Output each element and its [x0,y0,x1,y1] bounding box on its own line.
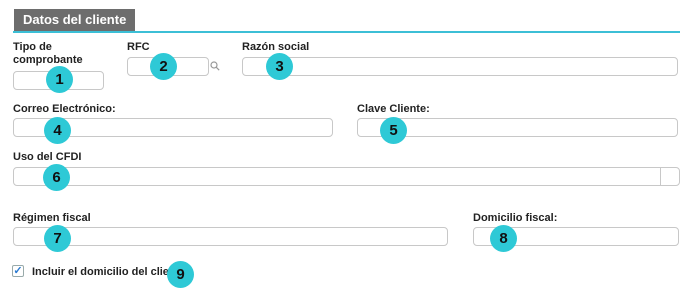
regimen-fiscal-field[interactable] [13,227,448,247]
tipo-comprobante-label: Tipo de comprobante [13,41,83,67]
clave-cliente-label: Clave Cliente: [357,103,430,115]
incluir-domicilio-checkbox[interactable]: ✓ [12,265,24,277]
tipo-comprobante-label-line2: comprobante [13,54,83,66]
tipo-comprobante-label-line1: Tipo de [13,41,52,53]
correo-label: Correo Electrónico: [13,103,116,115]
domicilio-fiscal-label: Domicilio fiscal: [473,212,558,224]
search-icon[interactable] [210,61,220,71]
callout-badge-4: 4 [44,117,71,144]
callout-badge-1: 1 [46,66,73,93]
callout-badge-5: 5 [380,117,407,144]
callout-badge-9: 9 [167,261,194,288]
callout-badge-2: 2 [150,53,177,80]
razon-social-label: Razón social [242,41,310,53]
razon-social-field[interactable] [242,57,678,77]
checkmark-icon: ✓ [13,265,23,277]
callout-badge-6: 6 [43,164,70,191]
rfc-label: RFC [127,41,150,53]
razon-social-input[interactable] [243,59,677,77]
section-divider [13,31,680,33]
select-divider [660,167,661,186]
uso-cfdi-select[interactable] [13,167,680,187]
uso-cfdi-input[interactable] [14,169,679,187]
section-title: Datos del cliente [14,9,136,31]
callout-badge-7: 7 [44,225,71,252]
regimen-fiscal-label: Régimen fiscal [13,212,91,224]
uso-cfdi-label: Uso del CFDI [13,151,82,163]
callout-badge-3: 3 [266,53,293,80]
callout-badge-8: 8 [490,225,517,252]
regimen-fiscal-input[interactable] [14,229,447,247]
incluir-domicilio-label[interactable]: Incluir el domicilio del cliente [32,266,185,279]
